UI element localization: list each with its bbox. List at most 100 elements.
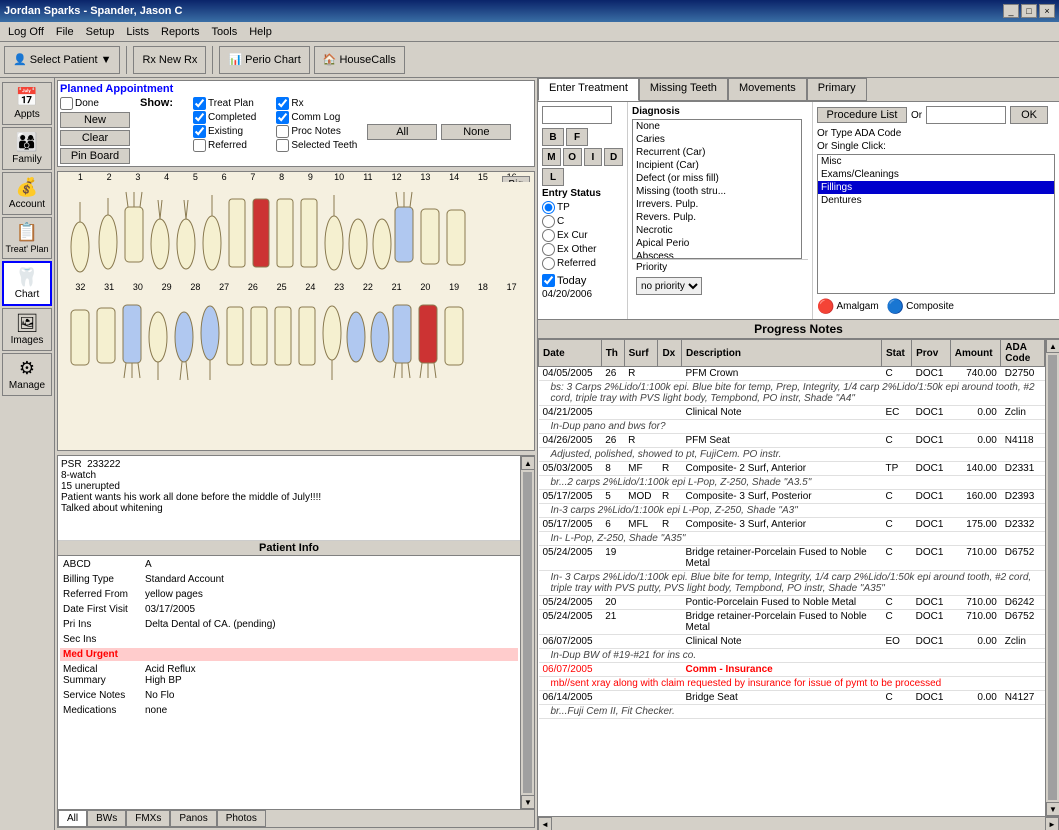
tooth-20[interactable] <box>371 312 389 362</box>
diagnosis-list[interactable]: None Caries Recurrent (Car) Incipient (C… <box>632 119 802 259</box>
tooth-9[interactable] <box>277 199 293 267</box>
tab-primary[interactable]: Primary <box>807 78 867 101</box>
menu-tools[interactable]: Tools <box>206 24 244 40</box>
priority-select[interactable]: no priority <box>636 277 702 295</box>
patient-info-scrollbar[interactable]: ▲ ▼ <box>520 456 534 809</box>
scroll-down-arrow[interactable]: ▼ <box>521 795 534 809</box>
composite-item[interactable]: 🔵 Composite <box>887 298 954 315</box>
menu-lists[interactable]: Lists <box>120 24 155 40</box>
tp-radio[interactable] <box>542 201 555 214</box>
sidebar-item-manage[interactable]: ⚙ Manage <box>2 353 52 396</box>
tooth-19[interactable] <box>393 305 411 378</box>
tooth-24[interactable] <box>275 307 291 365</box>
amalgam-item[interactable]: 🔴 Amalgam <box>817 298 879 315</box>
ex-cur-radio[interactable] <box>542 229 555 242</box>
table-row[interactable]: 04/26/2005 26 R PFM Seat C DOC1 0.00 N41… <box>539 434 1045 448</box>
btn-o[interactable]: O <box>563 148 582 166</box>
tab-enter-treatment[interactable]: Enter Treatment <box>538 78 639 101</box>
tooth-11[interactable] <box>325 195 343 270</box>
tooth-5[interactable] <box>177 200 195 269</box>
dx-necrotic[interactable]: Necrotic <box>633 224 801 237</box>
tooth-15[interactable] <box>421 209 439 264</box>
tooth-12[interactable] <box>349 219 367 269</box>
table-row[interactable]: 05/17/2005 6 MFL R Composite- 3 Surf, An… <box>539 518 1045 532</box>
sidebar-item-chart[interactable]: 🦷 Chart <box>2 261 52 306</box>
none-btn[interactable]: None <box>441 124 511 140</box>
done-checkbox[interactable] <box>60 97 73 110</box>
close-btn[interactable]: × <box>1039 4 1055 18</box>
menu-setup[interactable]: Setup <box>80 24 121 40</box>
tooth-21[interactable] <box>347 312 365 362</box>
proc-item-fillings[interactable]: Fillings <box>818 181 1054 194</box>
tooth-29[interactable] <box>149 312 167 380</box>
table-row[interactable]: 05/24/2005 20 Pontic-Porcelain Fused to … <box>539 596 1045 610</box>
btn-l[interactable]: L <box>542 168 564 186</box>
tooth-30[interactable] <box>123 305 141 378</box>
tooth-25[interactable] <box>251 307 267 365</box>
h-scroll-track[interactable] <box>552 817 1045 830</box>
selected-teeth-checkbox[interactable] <box>276 139 289 152</box>
tooth-18[interactable] <box>419 305 437 378</box>
tab-fmxs[interactable]: FMXs <box>126 810 170 827</box>
sidebar-item-appts[interactable]: 📅 Appts <box>2 82 52 125</box>
sidebar-item-images[interactable]: 🖼 Images <box>2 308 52 351</box>
scroll-thumb[interactable] <box>523 472 532 793</box>
table-row[interactable]: In-3 carps 2%Lido/1:100k epi L-Pop, Z-25… <box>539 504 1045 518</box>
minimize-btn[interactable]: _ <box>1003 4 1019 18</box>
h-scroll-left[interactable]: ◄ <box>538 817 552 830</box>
tab-movements[interactable]: Movements <box>728 78 807 101</box>
tooth-27[interactable] <box>201 306 219 380</box>
existing-checkbox[interactable] <box>193 125 206 138</box>
tab-panos[interactable]: Panos <box>170 810 216 827</box>
surface-input[interactable] <box>542 106 612 124</box>
dx-incipient[interactable]: Incipient (Car) <box>633 159 801 172</box>
rx-checkbox[interactable] <box>276 97 289 110</box>
proc-item-dentures[interactable]: Dentures <box>818 194 1054 207</box>
btn-f[interactable]: F <box>566 128 588 146</box>
ada-code-input[interactable] <box>926 106 1006 124</box>
table-row[interactable]: 05/03/2005 8 MF R Composite- 2 Surf, Ant… <box>539 462 1045 476</box>
table-row[interactable]: 05/17/2005 5 MOD R Composite- 3 Surf, Po… <box>539 490 1045 504</box>
dx-abscess[interactable]: Abscess <box>633 250 801 259</box>
table-row[interactable]: 06/07/2005 Clinical Note EO DOC1 0.00 Zc… <box>539 635 1045 649</box>
tooth-2[interactable] <box>99 198 117 269</box>
table-row[interactable]: Adjusted, polished, showed to pt, FujiCe… <box>539 448 1045 462</box>
new-appt-btn[interactable]: New <box>60 112 130 128</box>
tab-bws[interactable]: BWs <box>87 810 126 827</box>
table-row[interactable]: mb//sent xray along with claim requested… <box>539 677 1045 691</box>
maximize-btn[interactable]: □ <box>1021 4 1037 18</box>
today-checkbox[interactable] <box>542 274 555 287</box>
menu-file[interactable]: File <box>50 24 80 40</box>
btn-d[interactable]: D <box>604 148 623 166</box>
select-patient-btn[interactable]: 👤 Select Patient ▼ <box>4 46 120 74</box>
tooth-17[interactable] <box>445 307 463 365</box>
table-row[interactable]: 06/14/2005 Bridge Seat C DOC1 0.00 N4127 <box>539 691 1045 705</box>
dx-revers[interactable]: Revers. Pulp. <box>633 211 801 224</box>
tab-missing-teeth[interactable]: Missing Teeth <box>639 78 728 101</box>
treat-plan-checkbox[interactable] <box>193 97 206 110</box>
dx-none[interactable]: None <box>633 120 801 133</box>
pin-board-btn[interactable]: Pin Board <box>60 148 130 164</box>
progress-scroll-thumb[interactable] <box>1048 355 1057 800</box>
procedure-category-list[interactable]: Misc Exams/Cleanings Fillings Dentures <box>817 154 1055 294</box>
tooth-13[interactable] <box>373 219 391 269</box>
dx-irrevers[interactable]: Irrevers. Pulp. <box>633 198 801 211</box>
tooth-14[interactable] <box>395 192 413 262</box>
tooth-26[interactable] <box>227 307 243 365</box>
progress-scrollbar[interactable]: ▲ ▼ <box>1045 339 1059 816</box>
scroll-up-arrow[interactable]: ▲ <box>521 456 534 470</box>
table-row[interactable]: 06/07/2005 Comm - Insurance <box>539 663 1045 677</box>
menu-help[interactable]: Help <box>243 24 278 40</box>
sidebar-item-account[interactable]: 💰 Account <box>2 172 52 215</box>
clear-appt-btn[interactable]: Clear <box>60 130 130 146</box>
proc-notes-checkbox[interactable] <box>276 125 289 138</box>
tooth-22[interactable] <box>323 306 341 380</box>
new-rx-btn[interactable]: Rx New Rx <box>133 46 206 74</box>
comm-log-checkbox[interactable] <box>276 111 289 124</box>
dx-apical[interactable]: Apical Perio <box>633 237 801 250</box>
tab-all[interactable]: All <box>58 810 87 827</box>
all-btn[interactable]: All <box>367 124 437 140</box>
tooth-7[interactable] <box>229 199 245 267</box>
ex-other-radio[interactable] <box>542 243 555 256</box>
perio-chart-btn[interactable]: 📊 Perio Chart <box>219 46 309 74</box>
